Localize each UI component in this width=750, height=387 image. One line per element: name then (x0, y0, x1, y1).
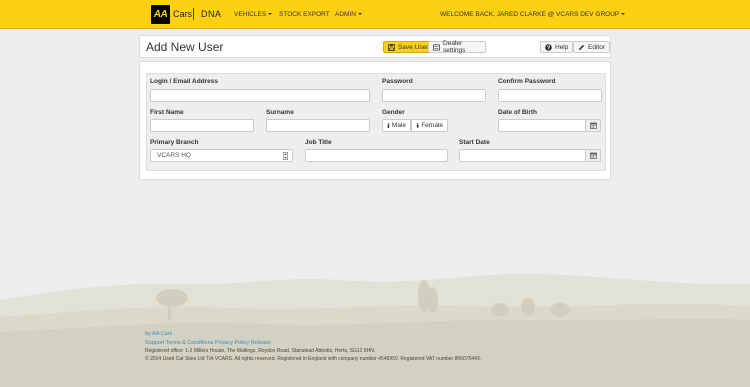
dealer-settings-label: Dealer settings (443, 40, 466, 54)
brand-divider (193, 8, 194, 20)
dob-label: Date of Birth (498, 109, 537, 116)
first-name-label: First Name (150, 109, 184, 116)
job-title-label: Job Title (305, 139, 332, 146)
confirm-password-label: Confirm Password (498, 78, 556, 85)
login-email-label: Login / Email Address (150, 78, 219, 85)
question-circle-icon: ? (545, 43, 552, 51)
privacy-link[interactable]: Privacy Policy (215, 340, 249, 346)
dob-calendar-button[interactable] (585, 119, 601, 132)
pencil-icon (579, 44, 585, 50)
footer-links: Support Terms & Conditions Privacy Polic… (145, 340, 271, 346)
by-aa-cars-link[interactable]: by AA Cars (145, 331, 172, 337)
nav-user-menu[interactable]: WELCOME BACK, JARED CLARKE @ VCARS DEV G… (440, 11, 626, 18)
terms-link[interactable]: Terms & Conditions (166, 340, 214, 346)
chevron-down-icon (268, 13, 273, 16)
select-arrows-icon (283, 152, 288, 160)
gender-female-label: Female (421, 122, 443, 129)
first-name-input[interactable] (150, 119, 254, 132)
login-email-input[interactable] (150, 89, 370, 102)
copyright-text: © 2014 Used Car Sites Ltd T/A VCARS. All… (145, 356, 482, 362)
calendar-icon (589, 122, 597, 129)
surname-label: Surname (266, 109, 294, 116)
primary-branch-label: Primary Branch (150, 139, 199, 146)
top-navbar: AA Cars DNA VEHICLES STOCK EXPORT ADMIN … (0, 0, 750, 29)
job-title-input[interactable] (305, 149, 448, 162)
gender-male-label: Male (391, 122, 406, 129)
footer-by-line: by AA Cars (145, 331, 172, 337)
user-form-panel: Login / Email Address Password Confirm P… (139, 61, 611, 180)
female-icon (416, 123, 419, 128)
brand-cars-text: Cars (173, 9, 193, 19)
company-number: 4546950 (378, 356, 398, 362)
start-date-label: Start Date (459, 139, 490, 146)
save-user-label: Save User (398, 43, 429, 51)
editor-label: Editor (588, 43, 605, 51)
calendar-icon (589, 152, 597, 159)
male-icon (387, 123, 390, 129)
password-input[interactable] (382, 89, 486, 102)
primary-branch-select[interactable]: VCARS HQ (150, 149, 293, 162)
user-form: Login / Email Address Password Confirm P… (146, 73, 606, 171)
chevron-down-icon (357, 13, 362, 16)
nav-admin[interactable]: ADMIN (335, 11, 362, 18)
dob-input[interactable] (498, 119, 586, 132)
page-header-panel: Add New User Save User Dealer settings ?… (139, 35, 611, 58)
confirm-password-input[interactable] (498, 89, 602, 102)
save-user-button[interactable]: Save User (383, 41, 434, 53)
help-button[interactable]: ? Help (540, 41, 574, 53)
dealer-settings-button[interactable]: Dealer settings (428, 40, 486, 54)
surname-input[interactable] (266, 119, 370, 132)
support-link[interactable]: Support (145, 340, 164, 346)
start-date-input[interactable] (459, 149, 586, 162)
release-link[interactable]: Release (251, 340, 271, 346)
password-label: Password (382, 78, 413, 85)
registered-office-text: Registered office: 1-2 Millers House, Th… (145, 348, 376, 354)
gender-female-button[interactable]: Female (411, 119, 448, 132)
vat-number: 806075443 (454, 356, 480, 362)
aa-logo[interactable]: AA (151, 5, 170, 24)
landscape-illustration (0, 273, 750, 387)
nav-stock-export[interactable]: STOCK EXPORT (279, 11, 330, 18)
help-label: Help (555, 43, 569, 51)
brand-dna-text: DNA (201, 9, 222, 19)
gender-label: Gender (382, 109, 405, 116)
start-date-calendar-button[interactable] (585, 149, 601, 162)
primary-branch-value: VCARS HQ (157, 152, 191, 159)
list-icon (433, 44, 440, 50)
chevron-down-icon (621, 13, 626, 16)
nav-vehicles[interactable]: VEHICLES (234, 11, 273, 18)
gender-male-button[interactable]: Male (382, 119, 411, 132)
editor-button[interactable]: Editor (573, 41, 610, 53)
page-title: Add New User (146, 40, 224, 54)
floppy-disk-icon (388, 43, 395, 51)
